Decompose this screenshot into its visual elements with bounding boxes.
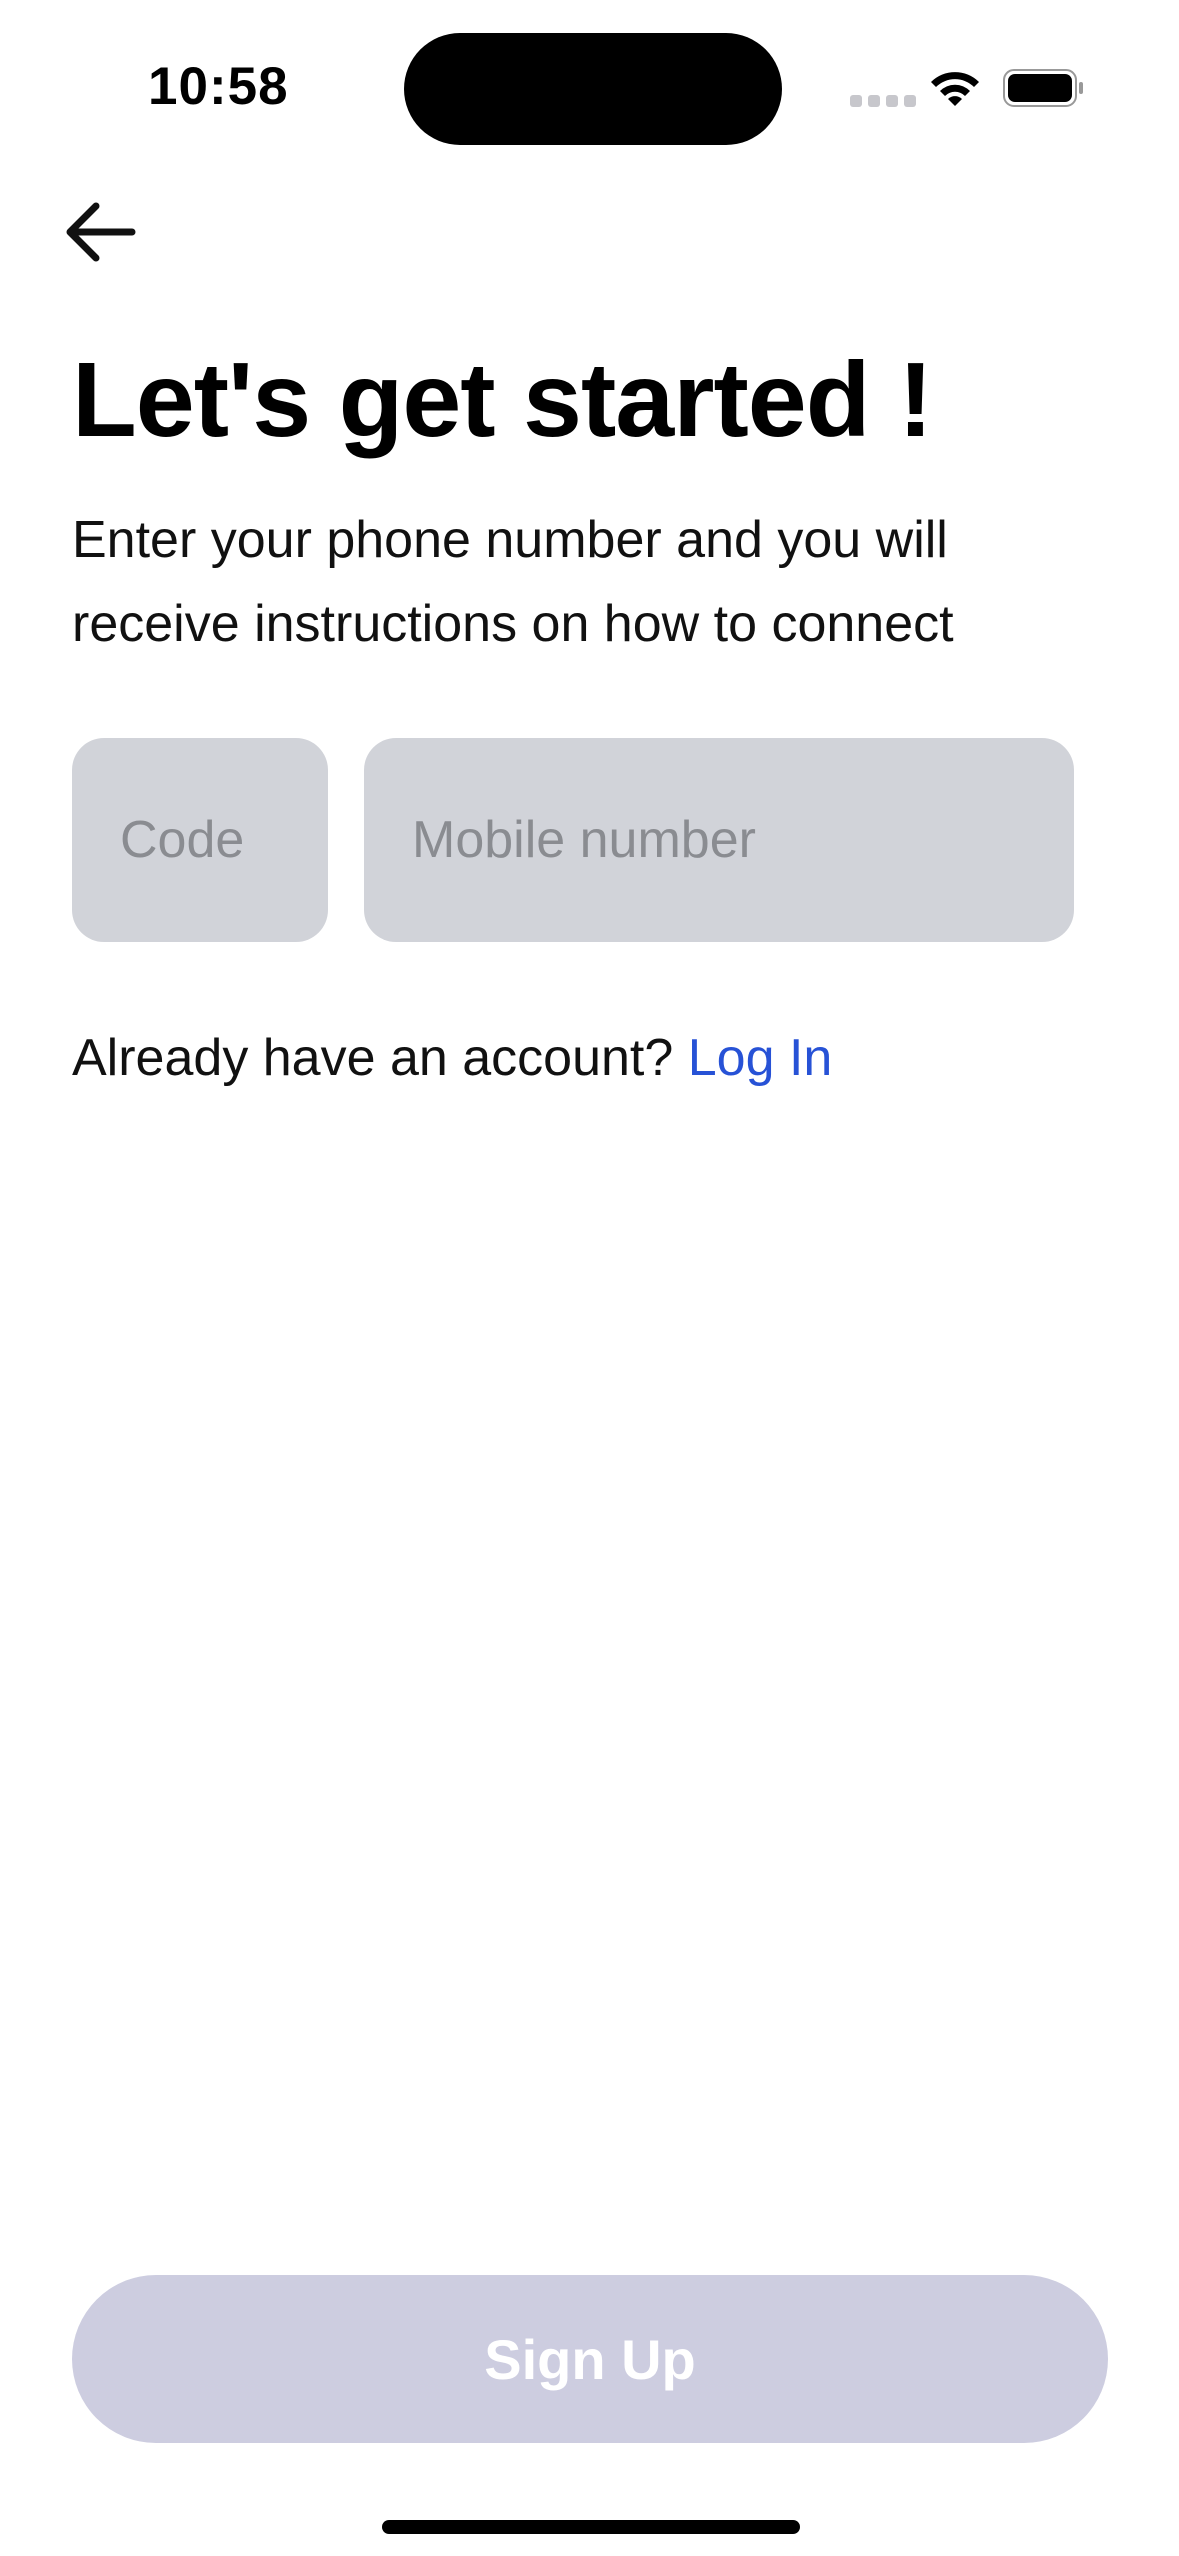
account-prompt-text: Already have an account? <box>72 1029 688 1087</box>
login-link[interactable]: Log In <box>688 1029 833 1087</box>
mobile-number-field[interactable] <box>364 738 1074 942</box>
mobile-number-input[interactable] <box>412 810 1026 870</box>
home-indicator <box>382 2520 800 2534</box>
country-code-input[interactable] <box>120 810 280 870</box>
signup-button[interactable]: Sign Up <box>72 2275 1108 2443</box>
login-prompt: Already have an account? Log In <box>72 1018 832 1098</box>
status-time: 10:58 <box>148 57 289 116</box>
page-title: Let's get started ! <box>72 341 933 459</box>
wifi-icon <box>931 72 979 106</box>
page-subtitle: Enter your phone number and you will rec… <box>72 511 954 653</box>
battery-icon <box>1003 69 1083 107</box>
back-arrow-icon[interactable] <box>56 188 144 276</box>
country-code-field[interactable] <box>72 738 328 942</box>
signal-icon <box>850 95 916 107</box>
dynamic-island <box>404 33 782 145</box>
